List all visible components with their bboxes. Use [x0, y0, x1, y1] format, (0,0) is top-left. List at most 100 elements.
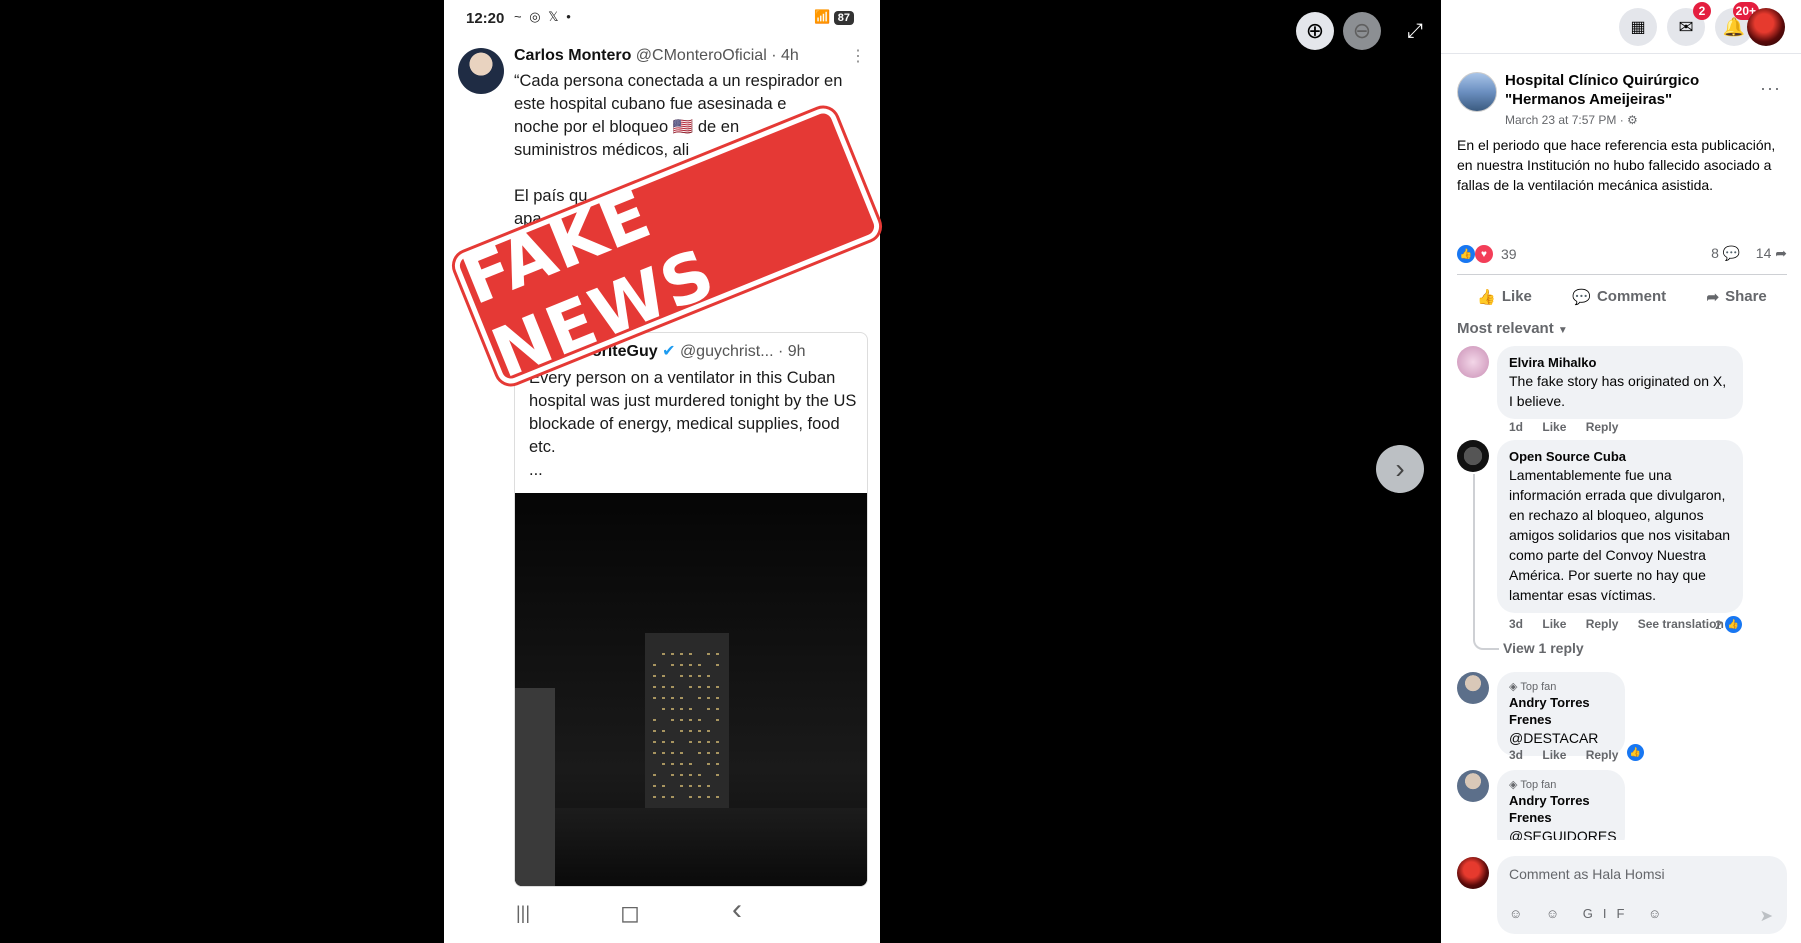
comment-time[interactable]: 3d — [1509, 617, 1523, 631]
comment-label: Comment — [1596, 288, 1667, 305]
commenter-name[interactable]: Andry Torres Frenes — [1509, 694, 1613, 728]
building-window — [680, 697, 683, 699]
comment-button[interactable]: 💬 Comment — [1572, 288, 1666, 306]
commenter-avatar[interactable] — [1457, 440, 1489, 472]
night-hospital-photo — [515, 493, 867, 886]
comment-like-button[interactable]: Like — [1542, 748, 1566, 762]
zoom-in-icon: ⊕ — [1305, 18, 1325, 43]
next-photo-button[interactable]: › — [1376, 445, 1424, 493]
building-window — [707, 653, 710, 655]
reaction-count: 39 — [1501, 246, 1517, 262]
share-count[interactable]: 14 — [1756, 245, 1772, 261]
comment-reactions[interactable]: 2 👍 — [1715, 616, 1742, 633]
tweet-more-icon: ⋮ — [850, 48, 866, 65]
commenter-name[interactable]: Elvira Mihalko — [1509, 354, 1731, 371]
building-window — [653, 719, 656, 721]
building-window — [707, 730, 710, 732]
zoom-out-button[interactable]: ⊖ — [1343, 12, 1381, 50]
quoted-tweet: YourFavoriteGuy ✔ @guychrist... · 9h Eve… — [514, 332, 868, 887]
comment-text: @SEGUIDORES — [1509, 828, 1617, 840]
phone-status-bar: 12:20 ~ ◎ 𝕏 • 📶 87 — [444, 6, 880, 30]
messenger-button[interactable]: ✉ 2 — [1667, 2, 1711, 46]
comment-reply-button[interactable]: Reply — [1586, 748, 1619, 762]
like-label: Like — [1501, 288, 1532, 305]
building-window — [716, 719, 719, 721]
building-window — [689, 774, 692, 776]
post-side-panel: ▦ ✉ 2 🔔 20+ Hospital Clínico Quirúrgico … — [1441, 0, 1801, 943]
like-button[interactable]: 👍 Like — [1477, 288, 1532, 306]
comment-reply-button[interactable]: Reply — [1586, 617, 1619, 631]
comment-item: ◈ Top fan Andry Torres Frenes @SEGUIDORE… — [1457, 770, 1787, 840]
reactions-summary[interactable]: 👍 ♥ 39 — [1457, 245, 1517, 263]
comment-like-button[interactable]: Like — [1542, 420, 1566, 434]
building-window — [662, 741, 665, 743]
comment-reaction-count: 2 — [1715, 617, 1722, 632]
comment-actions: 3d Like Reply See translation — [1509, 617, 1740, 631]
quoted-author-handle: @guychrist... · 9h — [679, 343, 806, 360]
building-window — [716, 708, 719, 710]
page-avatar[interactable] — [1457, 72, 1497, 112]
ground — [515, 808, 867, 886]
comment-item: Elvira Mihalko The fake story has origin… — [1457, 346, 1787, 438]
building-window — [716, 686, 719, 688]
zoom-in-button[interactable]: ⊕ — [1296, 12, 1334, 50]
page-name-link[interactable]: Hospital Clínico Quirúrgico "Hermanos Am… — [1505, 71, 1745, 109]
commenter-avatar[interactable] — [1457, 672, 1489, 704]
comment-text: The fake story has originated on X, I be… — [1509, 373, 1727, 409]
building-window — [662, 653, 665, 655]
building-window — [716, 752, 719, 754]
post-more-options-button[interactable]: ··· — [1760, 78, 1781, 99]
view-replies-button[interactable]: View 1 reply — [1503, 640, 1584, 656]
commenter-avatar[interactable] — [1457, 346, 1489, 378]
phone-nav-bar: ||| ◻ ‹ — [444, 887, 880, 943]
tweet-author-handle: @CMonteroOficial · 4h — [635, 47, 799, 64]
menu-button[interactable]: ▦ — [1619, 8, 1657, 46]
post-text: En el periodo que hace referencia esta p… — [1457, 137, 1776, 193]
comment-count[interactable]: 8 — [1711, 245, 1719, 261]
see-translation-button[interactable]: See translation — [1638, 617, 1724, 631]
quoted-tweet-text: Every person on a ventilator in this Cub… — [529, 367, 859, 482]
fullscreen-button[interactable]: ⤢ — [1396, 12, 1434, 50]
comment-sort-dropdown[interactable]: Most relevant ▼ — [1457, 320, 1568, 337]
commenter-avatar[interactable] — [1457, 770, 1489, 802]
building-window — [716, 774, 719, 776]
building-window — [680, 719, 683, 721]
comment-like-button[interactable]: Like — [1542, 617, 1566, 631]
building-window — [653, 774, 656, 776]
building-window — [680, 763, 683, 765]
comment-composer[interactable]: Comment as Hala Homsi ☺ ☺ GIF ☺ ➤ — [1497, 856, 1787, 934]
building-window — [698, 741, 701, 743]
building-window — [689, 664, 692, 666]
phone-time: 12:20 — [466, 10, 505, 27]
comment-reply-button[interactable]: Reply — [1586, 420, 1619, 434]
building-window — [671, 774, 674, 776]
post-timestamp[interactable]: March 23 at 7:57 PM · ⚙ — [1505, 113, 1638, 127]
building-window — [698, 664, 701, 666]
building-window — [680, 675, 683, 677]
commenter-name[interactable]: Andry Torres Frenes — [1509, 792, 1613, 826]
building-window — [707, 752, 710, 754]
comment-bubble: ◈ Top fan Andry Torres Frenes @SEGUIDORE… — [1497, 770, 1625, 840]
share-button[interactable]: ➦ Share — [1707, 288, 1767, 306]
send-icon[interactable]: ➤ — [1760, 906, 1773, 926]
commenter-name[interactable]: Open Source Cuba — [1509, 448, 1731, 465]
composer-tool-icons[interactable]: ☺ ☺ GIF ☺ — [1509, 906, 1671, 921]
share-icon: ➦ — [1706, 288, 1720, 306]
comment-time[interactable]: 3d — [1509, 748, 1523, 762]
comment-reactions[interactable]: 👍 — [1627, 744, 1644, 761]
comment-time[interactable]: 1d — [1509, 420, 1523, 434]
comment-bubble: ◈ Top fan Andry Torres Frenes @DESTACAR — [1497, 672, 1625, 756]
like-reaction-icon: 👍 — [1724, 616, 1742, 633]
account-avatar-button[interactable] — [1747, 8, 1785, 46]
comment-input-placeholder[interactable]: Comment as Hala Homsi — [1509, 866, 1665, 882]
post-action-bar: 👍 Like 💬 Comment ➦ Share — [1457, 274, 1787, 318]
building-window — [716, 653, 719, 655]
signal-icons: 📶 87 — [814, 9, 854, 25]
building-window — [698, 719, 701, 721]
current-user-avatar[interactable] — [1457, 857, 1489, 889]
building-window — [707, 675, 710, 677]
building-window — [653, 752, 656, 754]
reply-thread-line — [1473, 474, 1499, 650]
share-count-icon: ➦ — [1775, 245, 1787, 261]
building-window — [707, 708, 710, 710]
